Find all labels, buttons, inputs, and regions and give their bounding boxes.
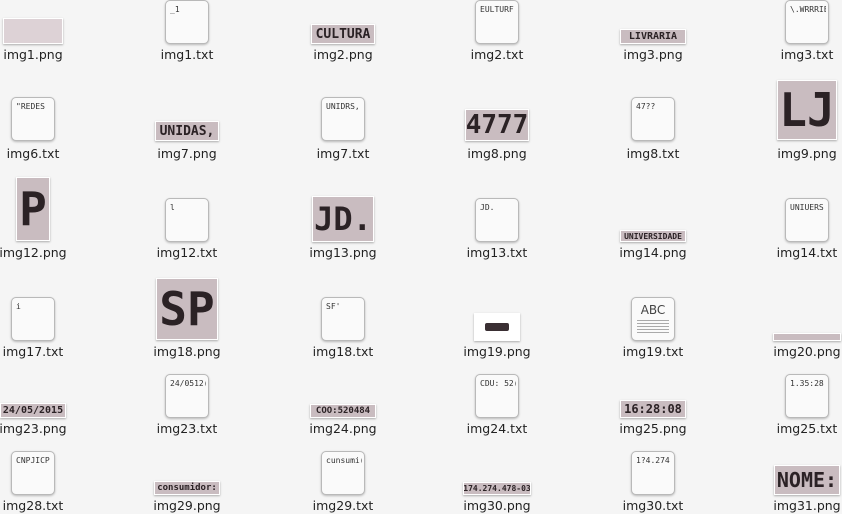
file-label: img7.txt: [316, 146, 370, 161]
file-label: img13.txt: [466, 245, 528, 260]
img20-thumbnail: [773, 333, 841, 341]
file-label: img19.png: [463, 344, 531, 359]
text-document-icon: ABC: [631, 297, 675, 341]
file-label: img20.png: [773, 344, 841, 359]
file-label: img3.txt: [780, 47, 834, 62]
text-file-icon: JD.: [475, 198, 519, 242]
img1-thumbnail: [3, 18, 63, 44]
text-file-icon: 47??: [631, 97, 675, 141]
text-file-icon: "REDES: [11, 97, 55, 141]
img31-thumbnail: NOME:: [774, 465, 840, 495]
img25-thumbnail: 16:28:08: [620, 400, 686, 418]
file-label: img1.png: [3, 47, 63, 62]
img7-thumbnail: UNIDAS,: [155, 121, 219, 141]
file-label: img18.png: [153, 344, 221, 359]
text-file-icon: 1?4.274: [631, 451, 675, 495]
file-label: img8.png: [467, 146, 527, 161]
text-file-icon: UNIDRS,: [321, 97, 365, 141]
file-label: img13.png: [309, 245, 377, 260]
img19-thumbnail: [474, 313, 520, 341]
img14-thumbnail: UNIVERSIDADE: [620, 230, 686, 242]
file-label: img8.txt: [626, 146, 680, 161]
file-label: img30.txt: [622, 498, 684, 513]
img19-ink-mark: [485, 323, 509, 331]
file-label: img24.png: [309, 421, 377, 436]
file-label: img30.png: [463, 498, 531, 513]
text-file-icon: 1.35:28: [785, 374, 829, 418]
text-file-icon: cunsumi(: [321, 451, 365, 495]
file-label: img25.txt: [776, 421, 838, 436]
file-grid: img1.png _1 img1.txt CULTURA img2.png EU…: [0, 0, 842, 514]
file-label: img6.txt: [6, 146, 60, 161]
file-label: img29.png: [153, 498, 221, 513]
img18-thumbnail: SP: [156, 278, 218, 340]
img30-thumbnail: 174.274.478-03: [463, 482, 531, 495]
img3-thumbnail: LIVRARIA: [620, 29, 686, 44]
text-file-icon: i: [11, 297, 55, 341]
file-label: img24.txt: [466, 421, 528, 436]
text-file-icon: UNIUERS: [785, 198, 829, 242]
text-file-icon: SF': [321, 297, 365, 341]
img29-thumbnail: consumidor:: [154, 481, 220, 495]
file-label: img12.png: [0, 245, 67, 260]
file-label: img2.txt: [470, 47, 524, 62]
file-label: img3.png: [623, 47, 683, 62]
text-file-icon: \.WRRRIE: [785, 0, 829, 44]
file-label: img14.png: [619, 245, 687, 260]
file-label: img1.txt: [160, 47, 214, 62]
img12-thumbnail: P: [16, 177, 50, 241]
file-label: img25.png: [619, 421, 687, 436]
file-label: img9.png: [777, 146, 837, 161]
img8-thumbnail: 4777: [465, 109, 529, 141]
file-label: img2.png: [313, 47, 373, 62]
file-label: img12.txt: [156, 245, 218, 260]
file-label: img19.txt: [622, 344, 684, 359]
text-file-icon: CNPJICP: [11, 451, 55, 495]
file-label: img7.png: [157, 146, 217, 161]
file-label: img23.png: [0, 421, 67, 436]
file-label: img31.png: [773, 498, 841, 513]
file-label: img23.txt: [156, 421, 218, 436]
img23-thumbnail: 24/05/2015: [0, 403, 66, 418]
img9-thumbnail: LJ: [777, 80, 837, 140]
img2-thumbnail: CULTURA: [311, 24, 375, 44]
text-file-icon: EULTURF: [475, 0, 519, 44]
file-label: img29.txt: [312, 498, 374, 513]
text-file-icon: l: [165, 198, 209, 242]
img24-thumbnail: COO:520484: [310, 404, 376, 418]
file-label: img14.txt: [776, 245, 838, 260]
file-label: img18.txt: [312, 344, 374, 359]
file-label: img17.txt: [2, 344, 64, 359]
text-file-icon: _1: [165, 0, 209, 44]
img13-thumbnail: JD.: [312, 196, 374, 242]
text-file-icon: CDU: 52(: [475, 374, 519, 418]
file-label: img28.txt: [2, 498, 64, 513]
text-file-icon: 24/0512(: [165, 374, 209, 418]
